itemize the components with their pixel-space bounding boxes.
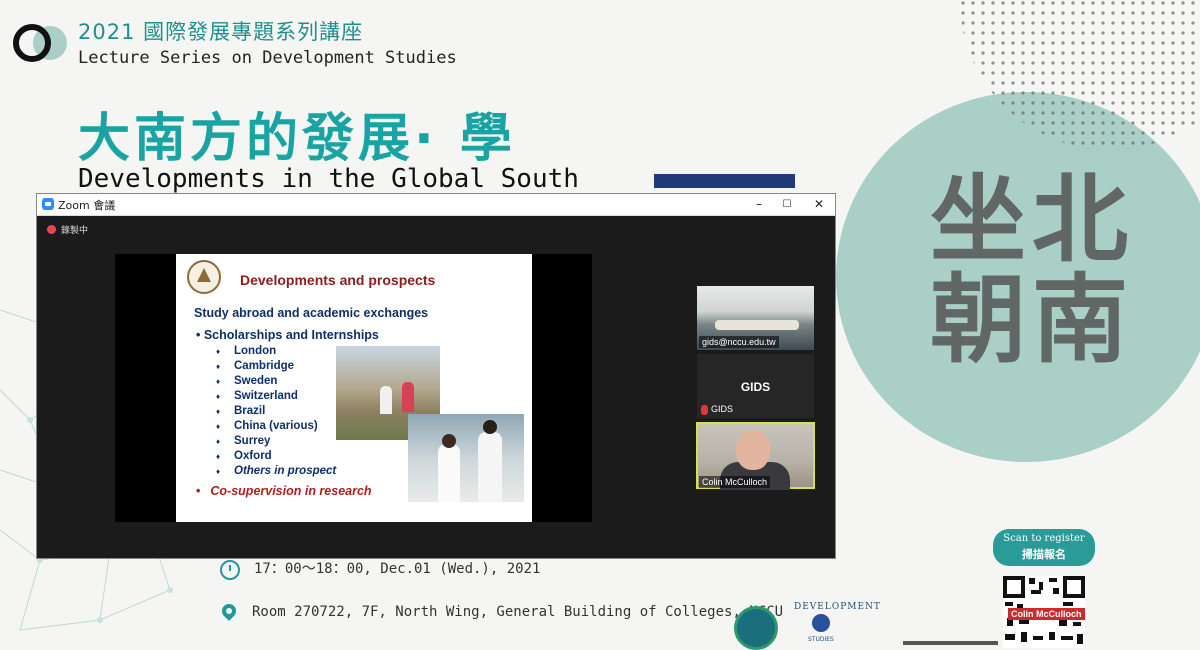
list-item: ♦ China (various) — [216, 420, 318, 432]
slide-heading: Study abroad and academic exchanges — [194, 306, 429, 320]
presentation-slide: Developments and prospects Study abroad … — [176, 254, 532, 522]
lecture-logo-icon — [13, 24, 67, 62]
list-item: ♦ Oxford — [216, 450, 272, 462]
participant-name-label: gids@nccu.edu.tw — [699, 336, 779, 348]
list-item: ♦ Others in prospect — [216, 465, 337, 477]
recording-icon[interactable] — [47, 225, 56, 234]
zoom-app-icon — [42, 198, 54, 210]
scan-to-register-badge: Scan to register 掃描報名 — [993, 529, 1095, 566]
main-title-chinese: 大南方的發展· 學 — [78, 109, 516, 169]
laboratory-photo — [408, 414, 524, 502]
participant-name-label: GIDS — [711, 404, 734, 414]
dotted-globe-decoration — [960, 0, 1200, 150]
location-pin-icon — [219, 601, 239, 621]
slide-subheading: • Scholarships and Internships — [196, 328, 379, 342]
list-item: ♦ Sweden — [216, 375, 278, 387]
list-item: ♦ Cambridge — [216, 360, 295, 372]
window-title: Zoom 會議 — [58, 199, 116, 212]
zoom-meeting-window[interactable]: Zoom 會議 – ☐ ✕ 錄製中 Developments and prosp… — [36, 193, 836, 559]
series-english-title: Lecture Series on Development Studies — [78, 48, 457, 68]
maximize-button[interactable]: ☐ — [771, 194, 803, 215]
list-item: ♦ Switzerland — [216, 390, 298, 402]
event-location: Room 270722, 7F, North Wing, General Bui… — [252, 604, 784, 620]
slide-bullet-list: ♦ London ♦ Cambridge ♦ Sweden ♦ Switzerland … — [216, 344, 336, 479]
development-studies-badge-icon — [812, 614, 830, 632]
close-button[interactable]: ✕ — [803, 194, 835, 215]
list-item: ♦ Brazil — [216, 405, 266, 417]
event-time: 17：00～18：00, Dec.01 (Wed.), 2021 — [254, 561, 541, 577]
list-item: ♦ Surrey — [216, 435, 271, 447]
series-year-title: 2021 國際發展專題系列講座 — [78, 20, 364, 44]
clock-icon — [220, 560, 240, 580]
list-item: ♦ London — [216, 345, 277, 357]
school-seal-logo — [734, 606, 778, 650]
participant-name-label: Colin McCulloch — [699, 476, 771, 488]
window-title-bar[interactable]: Zoom 會議 – ☐ ✕ — [37, 194, 835, 216]
decorative-blue-bar — [654, 174, 795, 188]
participant-video-gids[interactable]: GIDS GIDS — [697, 354, 814, 418]
recording-label: 錄製中 — [61, 226, 89, 236]
slide-co-supervision: • Co-supervision in research — [196, 484, 372, 498]
calligraphy-text: 坐北 朝南 — [930, 163, 1134, 376]
slide-title: Developments and prospects — [240, 272, 436, 288]
participant-video-room[interactable]: gids@nccu.edu.tw — [697, 286, 814, 350]
main-title-english: Developments in the Global South — [78, 164, 579, 194]
bottom-strip — [903, 641, 998, 645]
participant-name-placeholder: GIDS — [740, 380, 771, 394]
participant-video-speaker[interactable]: Colin McCulloch — [696, 422, 815, 490]
qr-overlay-name-label: Colin McCulloch — [1008, 608, 1085, 620]
university-emblem-icon — [187, 260, 221, 294]
microphone-muted-icon — [701, 405, 708, 415]
development-studies-logo: DEVELOPMENT — [794, 602, 881, 612]
development-studies-sub: STUDIES — [808, 636, 834, 643]
